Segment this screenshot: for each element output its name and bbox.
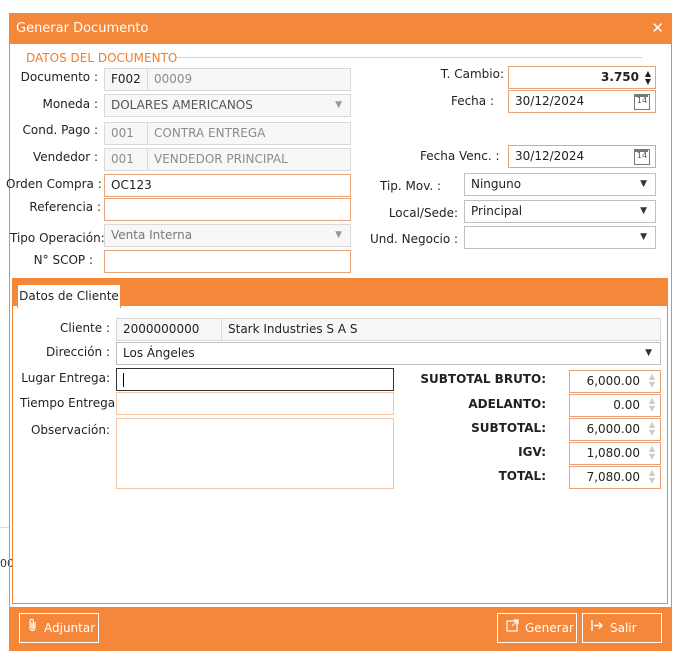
subtotal-field[interactable]: 6,000.00 ▲ ▼ [569,418,661,441]
documento-label: Documento : [20,70,98,84]
documento-serie-field: F002 [104,68,148,91]
fecha-venc-label: Fecha Venc. : [420,149,500,163]
total-field[interactable]: 7,080.00 ▲ ▼ [569,466,661,489]
spinner-arrows-icon: ▲ ▼ [648,420,655,437]
cliente-label: Cliente : [60,321,110,335]
export-icon [506,615,519,643]
subtotal-label: SUBTOTAL: [471,421,546,435]
salir-label: Salir [610,621,637,635]
generar-label: Generar [525,621,574,635]
observacion-textarea[interactable] [116,418,394,489]
und-negocio-select[interactable]: ▼ [464,226,656,249]
dialog-border-right [671,44,672,651]
lugar-entrega-input[interactable] [116,368,394,391]
local-sede-select[interactable]: Principal ▼ [464,200,656,223]
cond-pago-label: Cond. Pago : [22,123,98,137]
moneda-value: DOLARES AMERICANOS [111,98,253,112]
calendar-icon[interactable]: 14 [634,149,650,165]
total-label: TOTAL: [498,469,546,483]
chevron-down-icon: ▼ [645,348,652,358]
cliente-code-field: 2000000000 [116,318,222,341]
orden-compra-label: Orden Compra : [6,177,102,191]
window-title: Generar Documento [16,21,149,36]
tipo-operacion-label: Tipo Operación: [10,231,105,245]
tiempo-entrega-label: Tiempo Entrega: [20,396,120,410]
scop-input[interactable] [104,250,351,273]
chevron-down-icon: ▼ [335,230,342,240]
generar-button[interactable]: Generar [497,613,577,643]
cond-pago-field: CONTRA ENTREGA [147,122,351,145]
fecha-input[interactable]: 30/12/2024 14 [508,90,656,113]
documento-numero-field: 00009 [147,68,351,91]
spinner-arrows-icon[interactable]: ▲ ▼ [645,70,651,86]
igv-field[interactable]: 1,080.00 ▲ ▼ [569,442,661,465]
section-title: DATOS DEL DOCUMENTO [26,51,178,65]
chevron-down-icon: ▼ [640,232,647,242]
cliente-name-field: Stark Industries S A S [221,318,661,341]
close-icon[interactable]: ✕ [651,19,664,37]
tipo-operacion-value: Venta Interna [111,228,193,242]
direccion-select[interactable]: Los Ángeles ▼ [116,342,661,365]
local-sede-label: Local/Sede: [388,206,458,220]
chevron-down-icon: ▼ [640,206,647,216]
spinner-arrows-icon: ▲ ▼ [648,372,655,389]
referencia-input[interactable] [104,198,351,221]
tip-mov-value: Ninguno [471,177,522,191]
chevron-down-icon: ▼ [335,100,342,110]
spinner-arrows-icon: ▲ ▼ [648,396,655,413]
section-divider [176,57,642,58]
lugar-entrega-label: Lugar Entrega: [21,371,110,385]
t-cambio-value: 3.750 [601,70,639,84]
und-negocio-label: Und. Negocio : [370,232,459,246]
background-divider [0,527,9,528]
subtotal-bruto-value: 6,000.00 [586,374,640,388]
exit-icon [591,615,604,643]
tab-datos-cliente[interactable]: Datos de Cliente [17,284,121,308]
moneda-select[interactable]: DOLARES AMERICANOS ▼ [104,94,351,117]
fecha-label: Fecha : [450,94,494,108]
vendedor-field: VENDEDOR PRINCIPAL [147,148,351,171]
tipo-operacion-select[interactable]: Venta Interna ▼ [104,224,351,247]
adelanto-value: 0.00 [613,398,640,412]
spinner-arrows-icon: ▲ ▼ [648,468,655,485]
paperclip-icon [28,615,38,643]
scop-label: N° SCOP : [33,253,93,267]
vendedor-code-field: 001 [104,148,148,171]
calendar-icon[interactable]: 14 [634,94,650,110]
fecha-venc-value: 30/12/2024 [515,149,585,163]
fecha-value: 30/12/2024 [515,94,585,108]
t-cambio-label: T. Cambio: [440,67,504,81]
vendedor-label: Vendedor : [32,150,98,164]
total-value: 7,080.00 [586,470,640,484]
referencia-label: Referencia : [29,200,101,214]
spinner-arrows-icon: ▲ ▼ [648,444,655,461]
local-sede-value: Principal [471,204,523,218]
direccion-value: Los Ángeles [123,346,195,360]
tiempo-entrega-input[interactable] [116,392,394,415]
tip-mov-select[interactable]: Ninguno ▼ [464,173,656,196]
title-bar: Generar Documento ✕ [9,13,672,44]
fecha-venc-input[interactable]: 30/12/2024 14 [508,145,656,168]
tip-mov-label: Tip. Mov. : [380,179,442,193]
t-cambio-input[interactable]: 3.750 ▲ ▼ [508,66,656,89]
subtotal-bruto-label: SUBTOTAL BRUTO: [420,372,546,386]
chevron-down-icon: ▼ [640,179,647,189]
observacion-label: Observación: [30,423,110,437]
cond-pago-code-field: 001 [104,122,148,145]
direccion-label: Dirección : [46,345,110,359]
subtotal-bruto-field[interactable]: 6,000.00 ▲ ▼ [569,370,661,393]
igv-label: IGV: [518,445,546,459]
orden-compra-input[interactable]: OC123 [104,174,351,197]
adjuntar-label: Adjuntar [44,621,96,635]
adelanto-label: ADELANTO: [468,397,546,411]
text-cursor [123,372,124,387]
moneda-label: Moneda : [42,97,98,111]
adjuntar-button[interactable]: Adjuntar [19,613,99,643]
salir-button[interactable]: Salir [582,613,662,643]
igv-value: 1,080.00 [586,446,640,460]
subtotal-value: 6,000.00 [586,422,640,436]
adelanto-field[interactable]: 0.00 ▲ ▼ [569,394,661,417]
